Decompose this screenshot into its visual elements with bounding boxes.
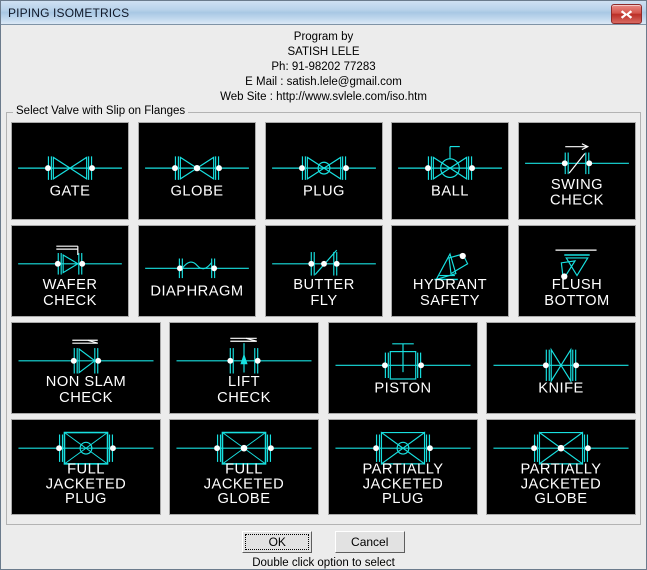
valve-symbol-piston: PISTON xyxy=(329,323,477,413)
valve-tile-diaphragm[interactable]: DIAPHRAGM xyxy=(137,225,256,317)
valve-tile-ball[interactable]: BALL xyxy=(391,122,510,220)
valve-tile-lift-check[interactable]: LIFT CHECK xyxy=(169,322,320,414)
program-info: Program by SATISH LELE Ph: 91-98202 7728… xyxy=(1,25,646,105)
svg-text:PARTIALLY: PARTIALLY xyxy=(520,462,601,478)
piping-isometrics-dialog: PIPING ISOMETRICS Program by SATISH LELE… xyxy=(0,0,647,570)
email-address: E Mail : satish.lele@gmail.com xyxy=(245,76,402,88)
valve-tile-full-jacketed-globe[interactable]: FULL JACKETED GLOBE xyxy=(169,419,320,515)
valve-symbol-gate: GATE xyxy=(12,123,128,219)
svg-text:CHECK: CHECK xyxy=(217,390,271,406)
valve-tile-hydrant-safety[interactable]: HYDRANT SAFETY xyxy=(391,225,510,317)
svg-text:WAFER: WAFER xyxy=(43,277,98,293)
valve-symbol-non-slam-check: NON SLAMCHECK xyxy=(12,323,160,413)
valve-row: NON SLAM CHECK LIFT CHECK PISTON KNIFE xyxy=(11,322,636,414)
svg-text:JACKETED: JACKETED xyxy=(362,476,443,492)
svg-text:CHECK: CHECK xyxy=(43,293,97,309)
svg-text:HYDRANT: HYDRANT xyxy=(413,277,487,293)
author-name: SATISH LELE xyxy=(287,46,360,58)
svg-text:PARTIALLY: PARTIALLY xyxy=(362,462,443,478)
window-title: PIPING ISOMETRICS xyxy=(8,5,130,20)
svg-text:FULL: FULL xyxy=(225,462,263,478)
phone-number: Ph: 91-98202 77283 xyxy=(271,61,376,73)
valve-symbol-diaphragm: DIAPHRAGM xyxy=(139,226,255,316)
valve-tile-non-slam-check[interactable]: NON SLAM CHECK xyxy=(11,322,161,414)
valve-tile-knife[interactable]: KNIFE xyxy=(485,322,636,414)
valve-tile-swing-check[interactable]: SWING CHECK xyxy=(518,122,636,220)
dialog-button-bar: OK Cancel Double click option to select xyxy=(1,525,646,569)
valve-tile-partially-jacketed-plug[interactable]: PARTIALLY JACKETED PLUG xyxy=(327,419,478,515)
svg-text:PLUG: PLUG xyxy=(303,184,345,200)
svg-text:GLOBE: GLOBE xyxy=(534,491,587,507)
svg-text:FLY: FLY xyxy=(310,293,337,309)
valve-symbol-flush-bottom: FLUSHBOTTOM xyxy=(519,226,635,316)
close-x-icon xyxy=(620,9,633,19)
svg-text:CHECK: CHECK xyxy=(550,192,604,208)
valve-row: FULL JACKETED PLUG FULL JACKETED GLOBE PARTI… xyxy=(11,419,636,515)
valve-row: WAFER CHECK DIAPHRAGM BUTTER FLY HYDRANT SA… xyxy=(11,225,636,317)
group-legend: Select Valve with Slip on Flanges xyxy=(13,105,189,117)
ok-button[interactable]: OK xyxy=(242,531,313,553)
svg-text:PLUG: PLUG xyxy=(65,491,107,507)
svg-text:GLOBE: GLOBE xyxy=(170,184,223,200)
svg-text:BOTTOM: BOTTOM xyxy=(544,293,609,309)
valve-symbol-globe: GLOBE xyxy=(138,123,255,219)
valve-tile-plug[interactable]: PLUG xyxy=(264,122,383,220)
valve-tile-partially-jacketed-globe[interactable]: PARTIALLY JACKETED GLOBE xyxy=(485,419,636,515)
valve-symbol-full-jacketed-globe: FULLJACKETEDGLOBE xyxy=(170,420,318,514)
valve-tile-wafer-check[interactable]: WAFER CHECK xyxy=(11,225,129,317)
valve-row: GATE GLOBE PLUG BALL SWING CHECK xyxy=(11,122,636,220)
valve-symbol-full-jacketed-plug: FULLJACKETEDPLUG xyxy=(12,420,160,514)
svg-text:BALL: BALL xyxy=(431,184,469,200)
cancel-button[interactable]: Cancel xyxy=(334,531,405,553)
valve-symbol-plug: PLUG xyxy=(265,123,382,219)
valve-tile-gate[interactable]: GATE xyxy=(11,122,129,220)
website-url: Web Site : http://www.svlele.com/iso.htm xyxy=(220,91,427,103)
valve-grid: GATE GLOBE PLUG BALL SWING CHECK WAFER C… xyxy=(11,122,636,515)
svg-text:LIFT: LIFT xyxy=(228,374,260,390)
svg-text:JACKETED: JACKETED xyxy=(204,476,285,492)
valve-symbol-partially-jacketed-plug: PARTIALLYJACKETEDPLUG xyxy=(329,420,477,514)
valve-symbol-butterfly: BUTTERFLY xyxy=(265,226,382,316)
svg-text:FULL: FULL xyxy=(67,462,105,478)
svg-text:NON SLAM: NON SLAM xyxy=(46,374,126,390)
valve-symbol-partially-jacketed-globe: PARTIALLYJACKETEDGLOBE xyxy=(487,420,635,514)
svg-text:GLOBE: GLOBE xyxy=(218,491,271,507)
valve-tile-flush-bottom[interactable]: FLUSH BOTTOM xyxy=(518,225,636,317)
svg-text:SAFETY: SAFETY xyxy=(420,293,480,309)
program-by-label: Program by xyxy=(293,31,354,43)
valve-symbol-swing-check: SWINGCHECK xyxy=(519,123,635,219)
valve-tile-piston[interactable]: PISTON xyxy=(327,322,478,414)
valve-symbol-knife: KNIFE xyxy=(487,323,635,413)
close-button[interactable] xyxy=(611,4,642,24)
valve-tile-globe[interactable]: GLOBE xyxy=(137,122,256,220)
valve-selection-group: Select Valve with Slip on Flanges GATE G… xyxy=(6,105,641,525)
valve-symbol-wafer-check: WAFERCHECK xyxy=(12,226,128,316)
svg-text:DIAPHRAGM: DIAPHRAGM xyxy=(150,284,243,300)
valve-symbol-hydrant-safety: HYDRANTSAFETY xyxy=(392,226,508,316)
valve-tile-butterfly[interactable]: BUTTER FLY xyxy=(264,225,383,317)
title-bar: PIPING ISOMETRICS xyxy=(1,1,646,25)
svg-text:PLUG: PLUG xyxy=(382,491,424,507)
svg-text:JACKETED: JACKETED xyxy=(46,476,127,492)
svg-text:FLUSH: FLUSH xyxy=(552,277,603,293)
svg-text:BUTTER: BUTTER xyxy=(293,277,355,293)
svg-text:PISTON: PISTON xyxy=(374,381,431,397)
svg-text:SWING: SWING xyxy=(551,177,603,193)
svg-text:GATE: GATE xyxy=(50,184,91,200)
valve-symbol-ball: BALL xyxy=(392,123,509,219)
valve-symbol-lift-check: LIFTCHECK xyxy=(170,323,318,413)
svg-text:JACKETED: JACKETED xyxy=(521,476,602,492)
svg-text:CHECK: CHECK xyxy=(59,390,113,406)
svg-text:KNIFE: KNIFE xyxy=(538,381,584,397)
valve-tile-full-jacketed-plug[interactable]: FULL JACKETED PLUG xyxy=(11,419,161,515)
selection-hint: Double click option to select xyxy=(252,557,395,569)
